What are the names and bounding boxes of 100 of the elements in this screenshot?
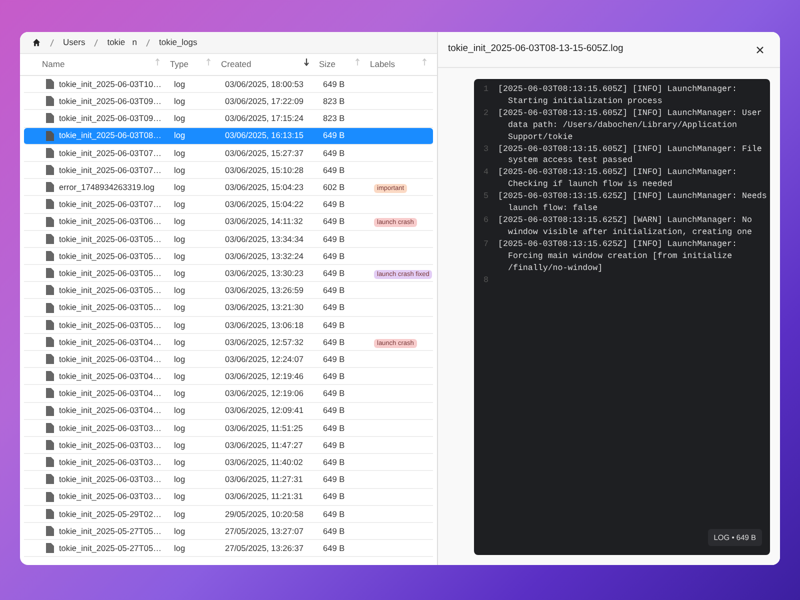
file-row[interactable]: tokie_init_2025-06-03T04… log 03/06/2025, 12:19:06 649 B	[24, 385, 433, 403]
file-name: tokie_init_2025-06-03T03…	[59, 438, 162, 452]
file-name: tokie_init_2025-06-03T05…	[59, 301, 162, 314]
breadcrumb-link[interactable]: tokie n	[107, 36, 137, 49]
file-type: log	[174, 456, 186, 468]
file-row[interactable]: tokie_init_2025-06-03T05… log 03/06/2025, 13:32:24 649 B	[24, 248, 433, 266]
file-name: tokie_init_2025-05-27T05…	[59, 542, 162, 554]
file-size: 649 B	[323, 232, 346, 245]
file-type: log	[174, 181, 186, 194]
file-size: 649 B	[323, 318, 346, 331]
file-type: log	[174, 422, 186, 434]
file-icon	[46, 371, 54, 382]
file-row[interactable]: tokie_init_2025-06-03T03… log 03/06/2025, 11:27:31 649 B	[24, 471, 433, 488]
file-icon	[46, 508, 54, 519]
file-size: 649 B	[323, 438, 346, 452]
file-row[interactable]: tokie_init_2025-06-03T03… log 03/06/2025, 11:47:27 649 B	[24, 436, 433, 454]
file-name: tokie_init_2025-06-03T05…	[59, 318, 162, 331]
file-name: tokie_init_2025-06-03T07…	[59, 164, 162, 176]
created-date: 03/06/2025, 17:22:09	[225, 95, 304, 108]
column-header[interactable]: Type	[170, 58, 188, 71]
file-size: 649 B	[323, 266, 346, 280]
file-row[interactable]: tokie_init_2025-06-03T05… log 03/06/2025, 13:34:34 649 B	[24, 230, 433, 248]
file-name: tokie_init_2025-06-03T09…	[59, 95, 162, 108]
file-size: 649 B	[323, 422, 346, 434]
file-row[interactable]: tokie_init_2025-06-03T03… log 03/06/2025, 11:21:31 649 B	[24, 488, 433, 506]
file-row[interactable]: tokie_init_2025-06-03T05… log 03/06/2025, 13:06:18 649 B	[24, 316, 433, 334]
column-header[interactable]: Created	[221, 58, 252, 71]
file-row[interactable]: tokie_init_2025-06-03T05… log 03/06/2025, 13:21:30 649 B	[24, 299, 433, 317]
file-name: tokie_init_2025-06-03T03…	[59, 456, 162, 468]
file-row[interactable]: tokie_init_2025-06-03T10… log 03/06/2025, 18:00:53 649 B	[24, 76, 433, 94]
file-name: tokie_init_2025-06-03T04…	[59, 336, 162, 348]
file-size: 649 B	[323, 164, 346, 176]
file-icon	[46, 148, 54, 158]
file-size: 649 B	[323, 284, 346, 297]
arrow-up-icon[interactable]	[206, 58, 211, 66]
file-icon	[46, 406, 54, 416]
file-name: tokie_init_2025-06-03T04…	[59, 404, 162, 417]
created-date: 03/06/2025, 16:13:15	[225, 129, 304, 142]
file-size: 649 B	[323, 370, 346, 382]
file-row[interactable]: tokie_init_2025-06-03T03… log 03/06/2025, 11:51:25 649 B	[24, 420, 433, 437]
arrow-up-icon[interactable]	[155, 58, 160, 66]
breadcrumb-link[interactable]: Users	[63, 36, 86, 49]
file-row[interactable]: tokie_init_2025-05-27T05… log 27/05/2025, 13:26:37 649 B	[24, 540, 433, 558]
file-row[interactable]: tokie_init_2025-06-03T04… log 03/06/2025, 12:24:07 649 B	[24, 351, 433, 368]
file-size: 649 B	[323, 215, 346, 228]
file-icon	[46, 526, 54, 536]
file-icon	[46, 234, 54, 244]
file-name: tokie_init_2025-06-03T03…	[59, 422, 162, 434]
file-type: log	[174, 78, 186, 90]
arrow-up-icon[interactable]	[422, 58, 427, 66]
breadcrumb-link[interactable]: tokie_logs	[158, 36, 198, 49]
file-row[interactable]: tokie_init_2025-06-03T09… log 03/06/2025, 17:22:09 823 B	[24, 93, 433, 110]
file-size: 649 B	[323, 524, 346, 538]
file-name: tokie_init_2025-06-03T07…	[59, 146, 162, 160]
file-icon	[46, 320, 54, 330]
file-size: 649 B	[323, 456, 346, 468]
file-size: 823 B	[323, 112, 346, 125]
file-size: 649 B	[323, 78, 346, 90]
file-name: tokie_init_2025-06-03T06…	[59, 215, 162, 228]
file-name: tokie_init_2025-06-03T03…	[59, 473, 162, 486]
created-date: 03/06/2025, 11:21:31	[225, 490, 304, 503]
file-row[interactable]: tokie_init_2025-06-03T03… log 03/06/2025, 11:40:02 649 B	[24, 454, 433, 472]
created-date: 03/06/2025, 12:19:46	[225, 370, 304, 382]
created-date: 03/06/2025, 13:32:24	[225, 250, 304, 262]
created-date: 03/06/2025, 14:11:32	[225, 215, 304, 228]
file-row[interactable]: tokie_init_2025-06-03T04… log 03/06/2025, 12:19:46 649 B	[24, 368, 433, 386]
file-type: log	[174, 95, 186, 108]
column-header[interactable]: Name	[42, 58, 65, 71]
created-date: 27/05/2025, 13:27:07	[225, 524, 304, 538]
file-row[interactable]: tokie_init_2025-06-03T05… log 03/06/2025, 13:26:59 649 B	[24, 282, 433, 300]
file-row[interactable]: tokie_init_2025-05-29T02… log 29/05/2025, 10:20:58 649 B	[24, 506, 433, 523]
arrow-up-icon[interactable]	[355, 58, 360, 66]
column-header[interactable]: Labels	[370, 58, 396, 71]
file-size: 823 B	[323, 95, 346, 108]
file-name: tokie_init_2025-06-03T10…	[59, 78, 162, 90]
file-icon	[46, 354, 54, 364]
file-icon	[46, 388, 54, 398]
file-icon	[46, 182, 54, 192]
file-row[interactable]: tokie_init_2025-06-03T04… log 03/06/2025, 12:09:41 649 B	[24, 402, 433, 420]
file-icon	[46, 250, 54, 261]
arrow-down-icon[interactable]	[304, 58, 309, 66]
file-row[interactable]: tokie_init_2025-06-03T07… log 03/06/2025, 15:10:28 649 B	[24, 162, 433, 180]
file-size: 649 B	[323, 490, 346, 503]
created-date: 03/06/2025, 13:21:30	[225, 301, 304, 314]
file-name: tokie_init_2025-06-03T03…	[59, 490, 162, 503]
column-header[interactable]: Size	[319, 58, 336, 71]
file-name: tokie_init_2025-06-03T05…	[59, 250, 162, 262]
file-icon	[46, 302, 54, 313]
file-size: 649 B	[323, 146, 346, 160]
slash-separator-icon	[146, 38, 150, 46]
slash-separator-icon	[50, 38, 54, 46]
file-icon	[46, 492, 54, 502]
file-row[interactable]: tokie_init_2025-06-03T07… log 03/06/2025, 15:27:37 649 B	[24, 144, 433, 162]
file-icon	[46, 336, 54, 347]
created-date: 03/06/2025, 13:30:23	[225, 266, 304, 280]
home-icon[interactable]	[32, 38, 41, 47]
file-row[interactable]: tokie_init_2025-06-03T07… log 03/06/2025, 15:04:22 649 B	[24, 196, 433, 214]
file-row[interactable]: tokie_init_2025-05-27T05… log 27/05/2025, 13:27:07 649 B	[24, 522, 433, 540]
file-name: tokie_init_2025-06-03T05…	[59, 232, 162, 245]
file-icon	[46, 422, 54, 433]
